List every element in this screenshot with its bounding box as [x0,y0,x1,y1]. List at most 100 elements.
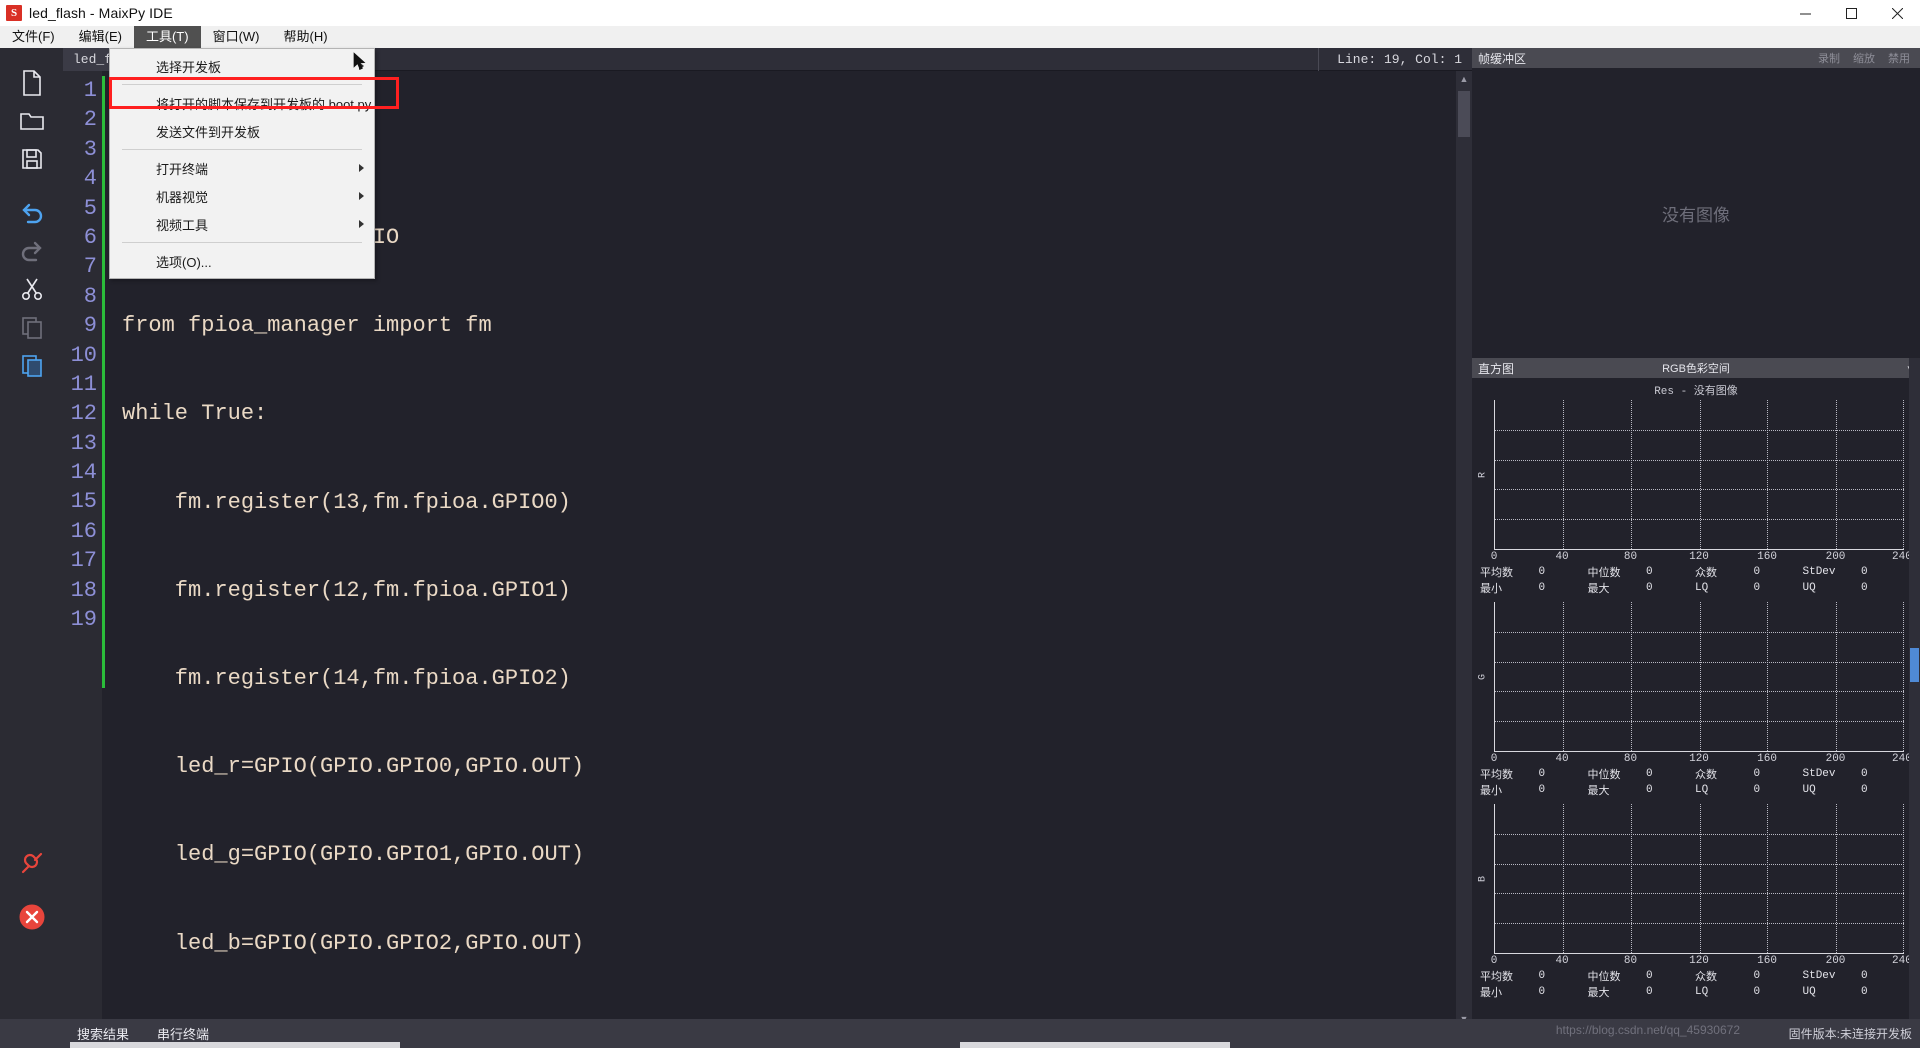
stat-label: 最小 [1480,583,1502,595]
stat-label: StDev [1802,768,1836,780]
menu-window[interactable]: 窗口(W) [201,26,272,48]
menu-edit[interactable]: 编辑(E) [67,26,134,48]
record-button[interactable]: 录制 [1818,50,1840,66]
stat-label: 平均数 [1480,567,1513,579]
histogram-stats-b: 平均数 0 中位数 0 众数 0 StDev 0 最小 0 最大 0 LQ 0 … [1480,968,1910,1000]
line-number: 15 [70,489,97,515]
stat-label: 中位数 [1587,567,1621,579]
stat-label: 平均数 [1480,971,1513,983]
code-line: fm.register(12,fm.fpioa.GPIO1) [122,577,571,603]
menu-item-save-script-to-bootpy[interactable]: 将打开的脚本保存到开发板的 boot.py [110,89,374,117]
line-number: 18 [70,577,97,603]
xtick: 40 [1555,955,1569,967]
stat-value: 0 [1753,768,1761,780]
histogram-stats-g: 平均数 0 中位数 0 众数 0 StDev 0 最小 0 最大 0 LQ 0 … [1480,766,1910,798]
code-line: led_r=GPIO(GPIO.GPIO0,GPIO.OUT) [122,754,585,780]
histogram-vertical-scrollbar[interactable] [1909,358,1920,1027]
framebuffer-title: 帧缓冲区 [1478,51,1527,66]
undo-icon[interactable] [0,194,63,232]
framebuffer-view: 没有图像 [1472,68,1920,358]
menu-separator [122,84,362,85]
stat-label: 众数 [1695,971,1717,983]
line-number: 2 [83,107,97,133]
stat-label: 众数 [1695,769,1717,781]
stat-value: 0 [1645,784,1653,796]
histogram-block-g: G 0 40 80 120 160 200 240 平均数 0 中位数 0 众数… [1472,602,1920,798]
stop-icon[interactable] [0,898,63,936]
framebuffer-empty-text: 没有图像 [1662,205,1730,225]
code-line: led_g=GPIO(GPIO.GPIO1,GPIO.OUT) [122,842,585,868]
stat-label: LQ [1695,582,1709,594]
new-file-icon[interactable] [0,64,63,102]
stat-label: StDev [1802,970,1836,982]
xtick: 120 [1689,551,1709,563]
menu-item-label: 选项(O)... [156,254,212,270]
chevron-right-icon [359,164,364,172]
stats-row: 平均数 0 中位数 0 众数 0 StDev 0 [1480,564,1910,580]
stat-label: 最小 [1480,987,1502,999]
line-number: 11 [70,371,97,397]
stat-value: 0 [1645,970,1653,982]
app-logo-icon: S [6,5,22,21]
stat-value: 0 [1860,970,1868,982]
stats-row: 最小 0 最大 0 LQ 0 UQ 0 [1480,984,1910,1000]
redo-icon[interactable] [0,232,63,270]
chevron-right-icon [359,220,364,228]
histogram-xticks-g: 0 40 80 120 160 200 240 [1491,752,1912,766]
close-button[interactable] [1874,0,1920,26]
histogram-plot-b: B [1478,804,1905,954]
menu-item-open-terminal[interactable]: 打开终端 [110,154,374,182]
copy-icon[interactable] [0,308,63,346]
disable-button[interactable]: 禁用 [1888,50,1910,66]
line-number: 5 [83,195,97,221]
cut-icon[interactable] [0,270,63,308]
editor-vertical-scrollbar[interactable]: ▲ ▼ [1456,71,1472,1027]
connect-icon[interactable] [0,844,63,882]
open-folder-icon[interactable] [0,102,63,140]
line-number: 4 [83,166,97,192]
scrollbar-thumb[interactable] [1910,648,1919,682]
paste-icon[interactable] [0,346,63,384]
menu-tools[interactable]: 工具(T) [133,26,201,48]
histogram-plot-g: G [1478,602,1905,752]
window-title: led_flash - MaixPy IDE [29,5,173,21]
maximize-button[interactable] [1828,0,1874,26]
code-line: from fpioa_manager import fm [122,313,492,339]
save-icon[interactable] [0,140,63,178]
line-number: 13 [70,430,97,456]
menu-help[interactable]: 帮助(H) [272,26,340,48]
scrollbar-thumb[interactable] [1458,91,1470,137]
menu-item-select-board[interactable]: 选择开发板 [110,52,374,80]
menu-item-options[interactable]: 选项(O)... [110,247,374,275]
menu-item-machine-vision[interactable]: 机器视觉 [110,182,374,210]
zoom-button[interactable]: 缩放 [1853,50,1875,66]
stat-value: 0 [1860,768,1868,780]
menu-item-video-tools[interactable]: 视频工具 [110,210,374,238]
line-number: 17 [70,548,97,574]
histogram-block-b: B 0 40 80 120 160 200 240 平均数 0 中位数 0 众数… [1472,804,1920,1000]
right-panel: 帧缓冲区 录制 缩放 禁用 没有图像 直方图 RGB色彩空间 ▾ Res - 没… [1472,48,1920,1027]
code-line: led_b=GPIO(GPIO.GPIO2,GPIO.OUT) [122,930,585,956]
colorspace-selector[interactable]: RGB色彩空间 [1662,360,1730,376]
histogram-ylabel-r: R [1477,471,1489,478]
scroll-up-icon[interactable]: ▲ [1456,71,1472,87]
menu-item-send-file-to-board[interactable]: 发送文件到开发板 [110,117,374,145]
line-number-gutter: 1 2 3 4 5 6 7 8 9 10 11 12 13 14 15 16 1… [63,71,102,1027]
stat-value: 0 [1753,566,1761,578]
menu-item-label: 发送文件到开发板 [156,124,261,140]
minimize-button[interactable] [1782,0,1828,26]
window-controls [1782,0,1920,26]
stat-label: 众数 [1695,567,1717,579]
xtick: 200 [1825,955,1846,967]
xtick: 200 [1825,551,1846,563]
watermark-text: https://blog.csdn.net/qq_45930672 [1555,1023,1740,1037]
stat-value: 0 [1753,986,1761,998]
stat-label: UQ [1802,582,1816,594]
stat-value: 0 [1753,784,1761,796]
firmware-version-status: 固件版本:未连接开发板 [1788,1027,1912,1041]
tools-dropdown-menu: 选择开发板 将打开的脚本保存到开发板的 boot.py 发送文件到开发板 打开终… [109,48,375,279]
menu-file[interactable]: 文件(F) [0,26,67,48]
stat-value: 0 [1860,582,1868,594]
stat-value: 0 [1860,784,1868,796]
stat-value: 0 [1538,768,1546,780]
